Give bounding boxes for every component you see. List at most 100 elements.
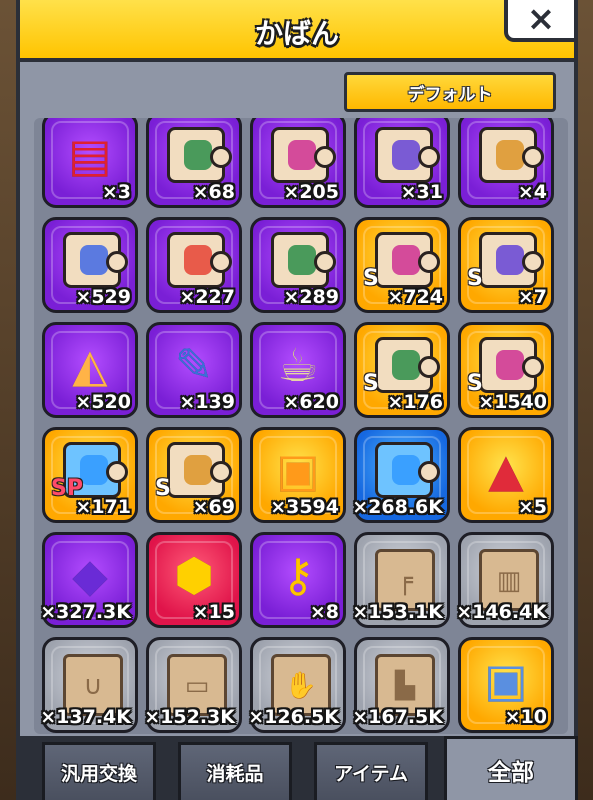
item-quantity: ×153.1K — [352, 601, 443, 623]
s-rank-badge: S — [363, 266, 379, 291]
red-crystal-orb-icon: ▲ — [488, 442, 524, 497]
inventory-slot[interactable]: S ×7 — [458, 217, 554, 313]
inventory-slot[interactable]: ∪ ×137.4K — [40, 637, 138, 733]
item-quantity: ×3 — [101, 181, 131, 203]
item-quantity: ×126.5K — [248, 706, 339, 728]
puzzle-piece-hero-icon — [167, 232, 232, 288]
inventory-slot[interactable]: ✋ ×126.5K — [248, 637, 346, 733]
gold-chest-small-icon: ▣ — [484, 652, 528, 707]
tab-all[interactable]: 全部 — [444, 736, 578, 800]
item-quantity: ×137.4K — [40, 706, 131, 728]
inventory-slot[interactable]: S ×176 — [354, 322, 450, 418]
close-button[interactable]: × — [504, 0, 578, 42]
inventory-slot[interactable]: S ×69 — [146, 427, 242, 523]
gold-chest-icon: ▣ — [276, 442, 320, 497]
tab-items[interactable]: アイテム — [314, 742, 428, 800]
item-quantity: ×139 — [179, 391, 235, 413]
category-tabs: 汎用交換 消耗品 アイテム 全部 — [20, 736, 578, 800]
item-quantity: ×724 — [387, 286, 443, 308]
inventory-slot[interactable]: ×68 — [146, 118, 242, 208]
puzzle-piece-s-hero-icon — [479, 232, 544, 288]
inventory-slot[interactable]: S ×1540 — [458, 322, 554, 418]
s-rank-badge: S — [155, 476, 171, 501]
puzzle-piece-hero-icon — [375, 127, 440, 183]
inventory-slot[interactable]: ×289 — [250, 217, 346, 313]
puzzle-piece-s-hero-icon — [375, 337, 440, 393]
bag-panel: かばん × デフォルト ▤ ×3 ×68 ×205 ×31 ×4 ×529 ×227 ×289 S… — [16, 0, 578, 800]
pizza-icon: ◭ — [72, 337, 108, 392]
inventory-slot[interactable]: ▣ ×3594 — [250, 427, 346, 523]
inventory-slot[interactable]: S ×724 — [354, 217, 450, 313]
s-rank-badge: S — [363, 371, 379, 396]
inventory-slot[interactable]: ×4 — [458, 118, 554, 208]
item-quantity: ×15 — [192, 601, 235, 623]
sort-filter-button[interactable]: デフォルト — [344, 72, 556, 112]
puzzle-piece-blue-circuit-icon — [375, 442, 440, 498]
inventory-slot[interactable]: ⚷ ×8 — [250, 532, 346, 628]
page-title: かばん — [254, 17, 339, 50]
item-quantity: ×4 — [517, 181, 547, 203]
puzzle-piece-s-hero-icon — [375, 232, 440, 288]
item-quantity: ×10 — [504, 706, 547, 728]
puzzle-piece-hero-icon — [271, 232, 336, 288]
inventory-slot[interactable]: ▣ ×10 — [458, 637, 554, 733]
item-quantity: ×227 — [179, 286, 235, 308]
inventory-slot[interactable]: ▥ ×146.4K — [456, 532, 554, 628]
inventory-slot[interactable]: ×31 — [354, 118, 450, 208]
inventory-scroll-area[interactable]: ▤ ×3 ×68 ×205 ×31 ×4 ×529 ×227 ×289 S ×724 S ×7 ◭ ×520… — [34, 118, 568, 734]
inventory-grid: ▤ ×3 ×68 ×205 ×31 ×4 ×529 ×227 ×289 S ×724 S ×7 ◭ ×520… — [40, 118, 554, 733]
item-quantity: ×152.3K — [144, 706, 235, 728]
inventory-slot[interactable]: ✎ ×139 — [146, 322, 242, 418]
item-quantity: ×146.4K — [456, 601, 547, 623]
tab-consumables[interactable]: 消耗品 — [178, 742, 292, 800]
item-quantity: ×3594 — [270, 496, 339, 518]
purple-gem-icon: ◆ — [72, 547, 108, 602]
inventory-slot[interactable]: ⬢ ×15 — [146, 532, 242, 628]
yellow-gem-icon: ⬢ — [173, 547, 215, 602]
inventory-slot[interactable]: ×529 — [42, 217, 138, 313]
item-quantity: ×171 — [75, 496, 131, 518]
inventory-slot[interactable]: ×227 — [146, 217, 242, 313]
item-quantity: ×520 — [75, 391, 131, 413]
panel-header: かばん — [20, 0, 574, 62]
inventory-slot[interactable]: ☕ ×620 — [250, 322, 346, 418]
inventory-slot[interactable]: ×268.6K — [352, 427, 450, 523]
inventory-slot[interactable]: ◭ ×520 — [42, 322, 138, 418]
gold-key-icon: ⚷ — [281, 547, 315, 602]
inventory-slot[interactable]: ▙ ×167.5K — [352, 637, 450, 733]
item-quantity: ×176 — [387, 391, 443, 413]
item-quantity: ×1540 — [478, 391, 547, 413]
puzzle-piece-hero-icon — [167, 127, 232, 183]
puzzle-piece-s-hero-icon — [479, 337, 544, 393]
inventory-slot[interactable]: ◆ ×327.3K — [40, 532, 138, 628]
item-quantity: ×620 — [283, 391, 339, 413]
s-rank-badge: S — [467, 266, 483, 291]
item-quantity: ×268.6K — [352, 496, 443, 518]
red-card-book-icon: ▤ — [68, 127, 112, 182]
item-quantity: ×68 — [192, 181, 235, 203]
item-quantity: ×31 — [400, 181, 443, 203]
puzzle-piece-hero-icon — [271, 127, 336, 183]
teapot-icon: ☕ — [277, 337, 319, 392]
microphone-book-icon: ✎ — [174, 337, 214, 392]
puzzle-piece-s-hero-icon — [167, 442, 232, 498]
item-quantity: ×167.5K — [352, 706, 443, 728]
inventory-slot[interactable]: ▲ ×5 — [458, 427, 554, 523]
inventory-slot[interactable]: ×205 — [250, 118, 346, 208]
item-quantity: ×529 — [75, 286, 131, 308]
item-quantity: ×205 — [283, 181, 339, 203]
puzzle-piece-hero-icon — [63, 232, 128, 288]
inventory-slot[interactable]: ▤ ×3 — [42, 118, 138, 208]
inventory-slot[interactable]: ▭ ×152.3K — [144, 637, 242, 733]
item-quantity: ×69 — [192, 496, 235, 518]
tab-general-exchange[interactable]: 汎用交換 — [42, 742, 156, 800]
puzzle-piece-hero-icon — [479, 127, 544, 183]
item-quantity: ×289 — [283, 286, 339, 308]
item-quantity: ×7 — [517, 286, 547, 308]
item-quantity: ×5 — [517, 496, 547, 518]
inventory-slot[interactable]: SP ×171 — [42, 427, 138, 523]
item-quantity: ×8 — [309, 601, 339, 623]
close-icon: × — [526, 0, 556, 39]
inventory-slot[interactable]: ╒ ×153.1K — [352, 532, 450, 628]
item-quantity: ×327.3K — [40, 601, 131, 623]
